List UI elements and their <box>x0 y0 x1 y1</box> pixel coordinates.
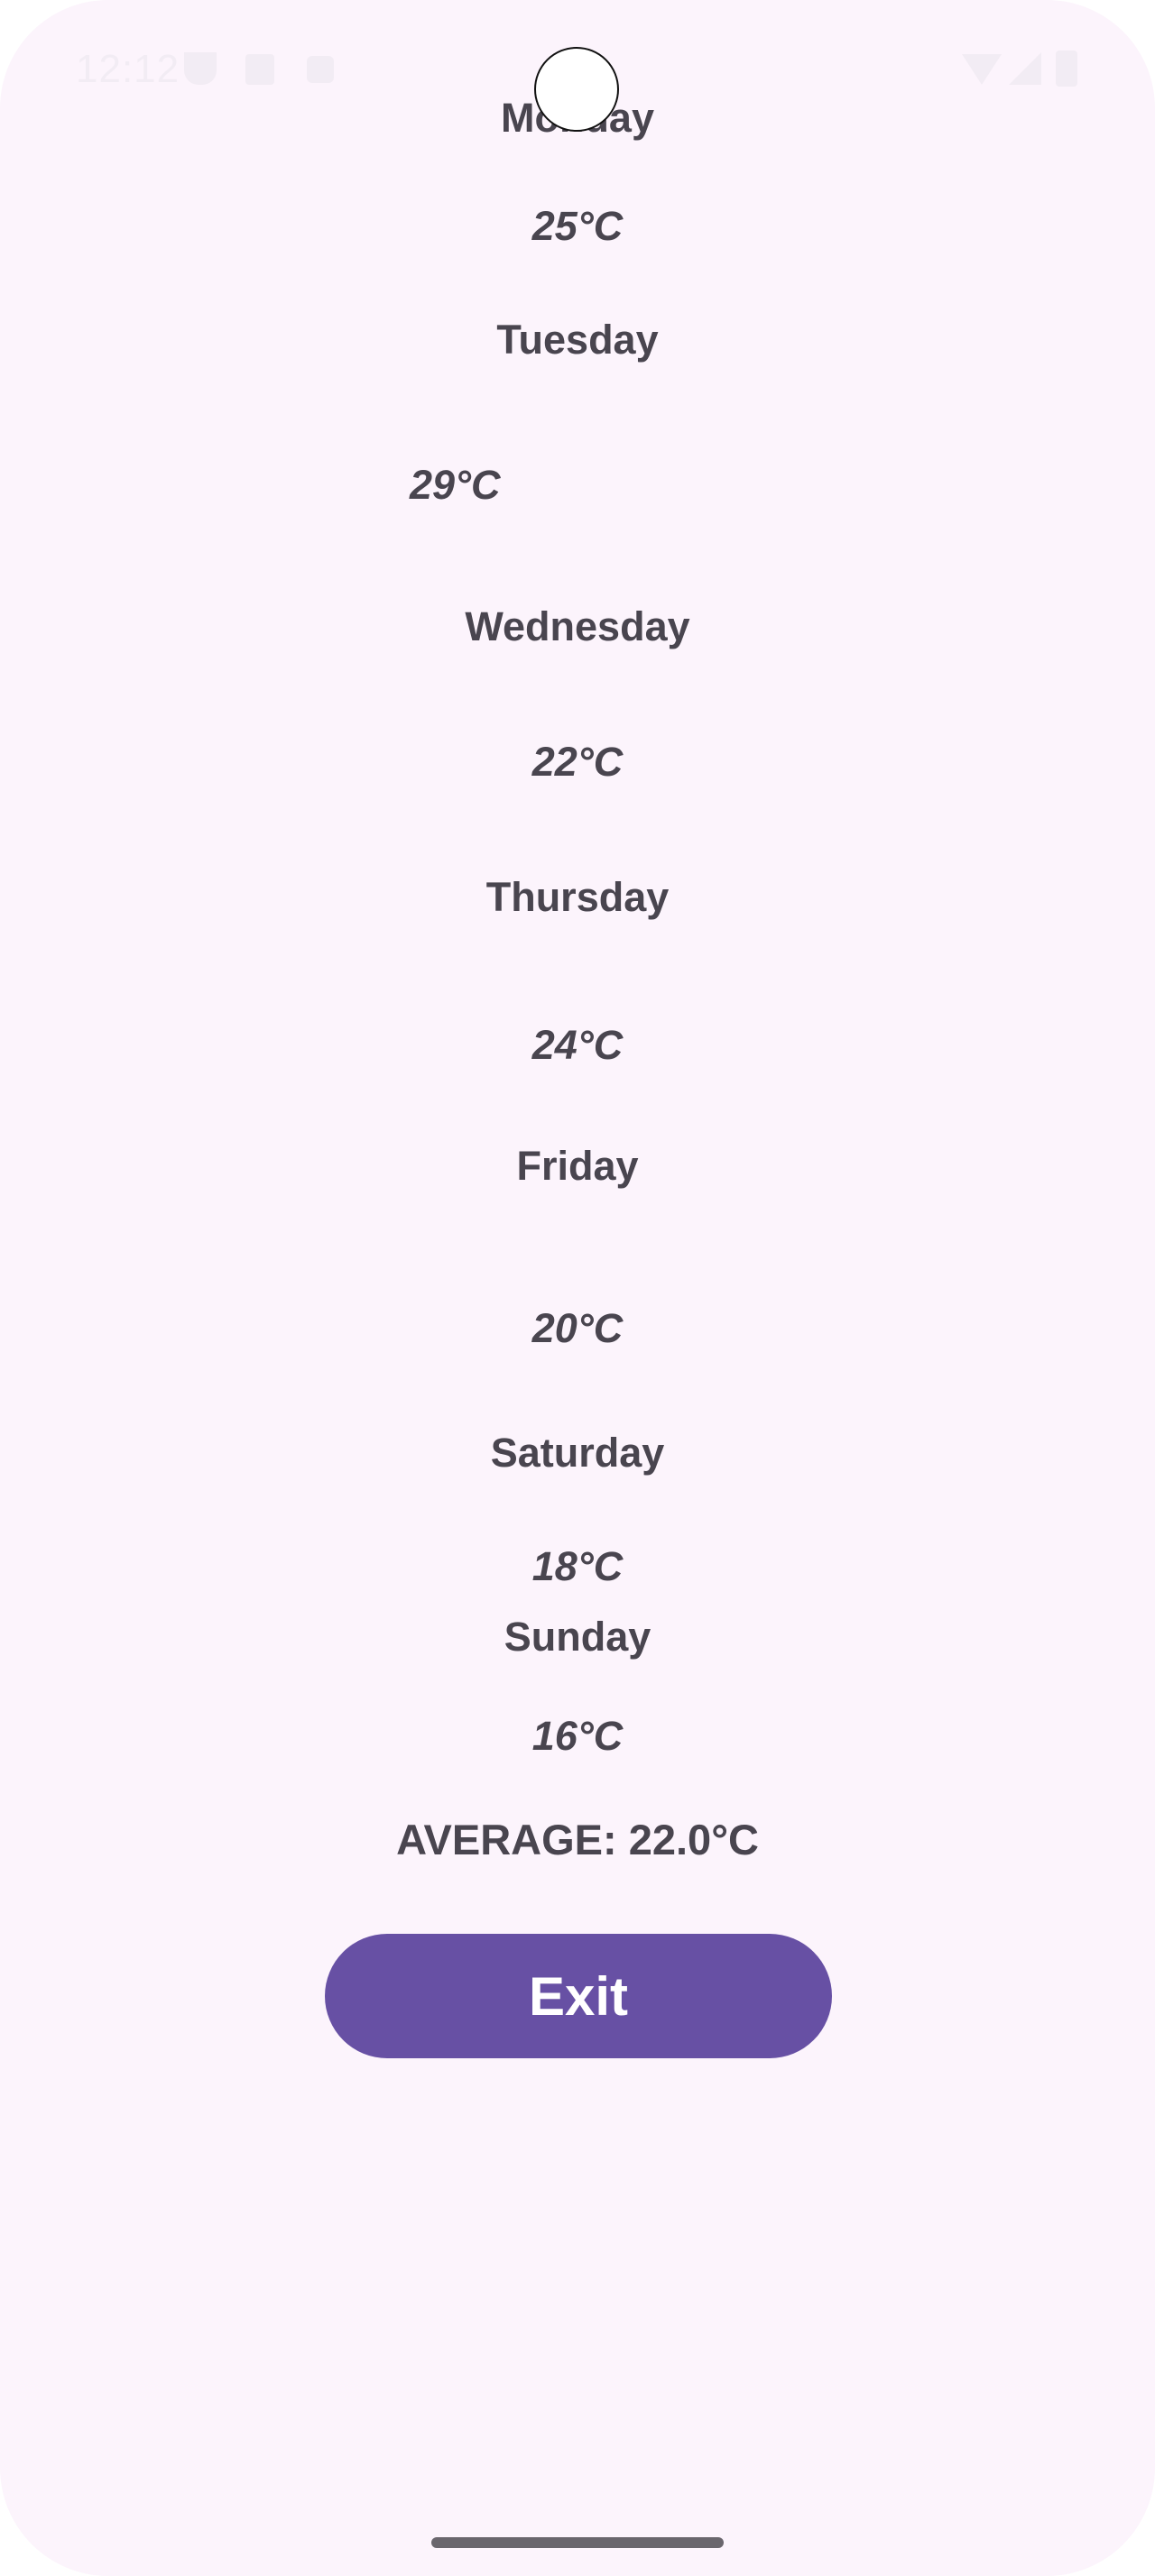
day-label-tuesday: Tuesday <box>496 317 659 363</box>
day-label-friday: Friday <box>516 1143 639 1189</box>
day-label-sunday: Sunday <box>504 1614 651 1660</box>
day-label-saturday: Saturday <box>490 1430 665 1476</box>
forecast-list: Monday 25°C Tuesday 29°C Wednesday 22°C … <box>0 0 1155 2576</box>
temp-value-saturday: 18°C <box>531 1543 624 1589</box>
day-label-thursday: Thursday <box>485 874 670 920</box>
exit-button[interactable]: Exit <box>325 1934 832 2058</box>
temp-value-friday: 20°C <box>531 1305 624 1351</box>
temp-value-thursday: 24°C <box>531 1022 624 1068</box>
temp-value-monday: 25°C <box>531 203 624 249</box>
temp-value-wednesday: 22°C <box>531 739 624 785</box>
temp-value-sunday: 16°C <box>531 1713 624 1759</box>
day-label-wednesday: Wednesday <box>465 603 690 649</box>
temp-value-tuesday: 29°C <box>410 462 501 508</box>
home-indicator[interactable] <box>431 2537 724 2548</box>
camera-cutout <box>534 47 619 132</box>
phone-screen: 12:12 Monday 25°C Tuesday 29°C Wednesday… <box>0 0 1155 2576</box>
average-temperature: AVERAGE: 22.0°C <box>396 1816 759 1863</box>
